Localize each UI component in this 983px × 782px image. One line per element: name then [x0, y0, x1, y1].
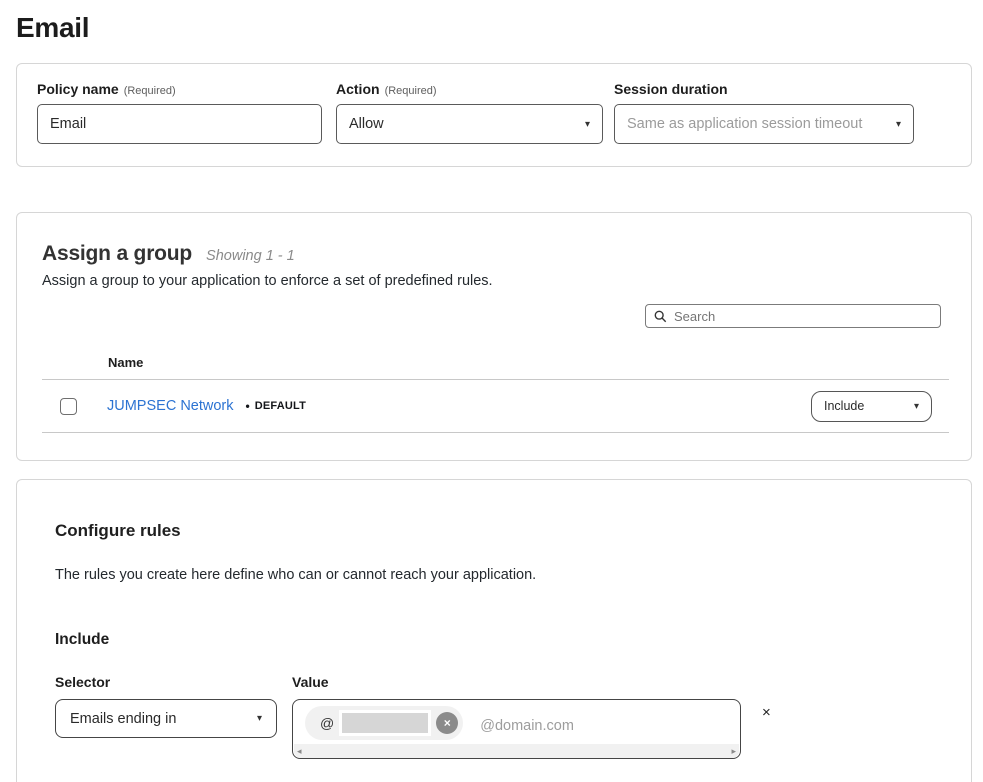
assign-group-card: Assign a group Showing 1 - 1 Assign a gr…	[16, 212, 972, 461]
horizontal-scrollbar[interactable]: ◂ ▸	[294, 744, 739, 758]
policy-name-required-hint: (Required)	[124, 85, 176, 97]
group-include-select[interactable]: Include ▾	[811, 391, 932, 422]
tag-remove-button[interactable]: ×	[436, 712, 458, 734]
selector-label: Selector	[55, 674, 277, 690]
rule-controls-row: Emails ending in ▾ @ × @domain.com ◂ ▸ ×	[55, 699, 971, 759]
policy-name-input[interactable]	[37, 104, 322, 144]
assign-group-title: Assign a group	[42, 242, 192, 266]
scroll-left-icon[interactable]: ◂	[297, 747, 302, 756]
bullet-icon: •	[246, 399, 250, 413]
configure-rules-title: Configure rules	[55, 521, 971, 541]
default-badge-label: DEFAULT	[255, 400, 306, 412]
action-required-hint: (Required)	[385, 85, 437, 97]
close-icon: ×	[762, 704, 771, 721]
rule-labels-row: Selector Value	[55, 674, 971, 690]
table-row: JUMPSEC Network • DEFAULT Include ▾	[42, 380, 949, 433]
group-table: Name JUMPSEC Network • DEFAULT Include ▾	[42, 355, 949, 433]
page-title: Email	[16, 12, 983, 44]
policy-settings-card: Policy name (Required) Action (Required) A…	[16, 63, 972, 167]
redacted-email-value	[339, 710, 431, 736]
configure-rules-description: The rules you create here define who can…	[55, 567, 971, 583]
value-placeholder-text: @domain.com	[480, 718, 574, 734]
email-tag-prefix: @	[320, 715, 334, 731]
chevron-down-icon: ▾	[914, 401, 919, 412]
session-duration-label: Session duration	[614, 81, 914, 97]
chevron-down-icon: ▾	[257, 713, 262, 724]
search-icon	[654, 310, 667, 323]
name-column-header: Name	[42, 355, 949, 380]
default-badge: • DEFAULT	[246, 399, 307, 413]
close-icon: ×	[444, 717, 451, 729]
action-select[interactable]: Allow ▾	[336, 104, 603, 144]
assign-group-description: Assign a group to your application to en…	[42, 273, 947, 289]
rule-selector-select[interactable]: Emails ending in ▾	[55, 699, 277, 738]
session-duration-value: Same as application session timeout	[627, 116, 862, 132]
group-search-input[interactable]	[674, 309, 932, 324]
include-section-heading: Include	[55, 631, 971, 649]
policy-name-label: Policy name (Required)	[37, 81, 322, 97]
search-row	[42, 304, 947, 328]
policy-name-label-text: Policy name	[37, 81, 119, 97]
group-search-box[interactable]	[645, 304, 941, 328]
configure-rules-card: Configure rules The rules you create her…	[16, 479, 972, 782]
chevron-down-icon: ▾	[896, 119, 901, 130]
session-duration-field-group: Session duration Same as application ses…	[614, 81, 914, 166]
rule-selector-value: Emails ending in	[70, 711, 176, 727]
session-duration-select[interactable]: Same as application session timeout ▾	[614, 104, 914, 144]
policy-name-field-group: Policy name (Required)	[37, 81, 322, 166]
action-field-group: Action (Required) Allow ▾	[336, 81, 603, 166]
action-select-value: Allow	[349, 116, 384, 132]
assign-group-header: Assign a group Showing 1 - 1	[42, 242, 947, 266]
showing-count: Showing 1 - 1	[206, 248, 295, 264]
action-label-text: Action	[336, 81, 380, 97]
group-row-checkbox[interactable]	[60, 398, 77, 415]
group-name-link[interactable]: JUMPSEC Network	[107, 398, 234, 414]
value-label: Value	[292, 674, 329, 690]
action-label: Action (Required)	[336, 81, 603, 97]
group-include-value: Include	[824, 399, 864, 413]
rule-value-field[interactable]: @ × @domain.com ◂ ▸	[292, 699, 741, 759]
chevron-down-icon: ▾	[585, 119, 590, 130]
email-tag-pill: @ ×	[305, 706, 463, 740]
remove-rule-button[interactable]: ×	[762, 705, 771, 720]
scroll-right-icon[interactable]: ▸	[731, 747, 736, 756]
